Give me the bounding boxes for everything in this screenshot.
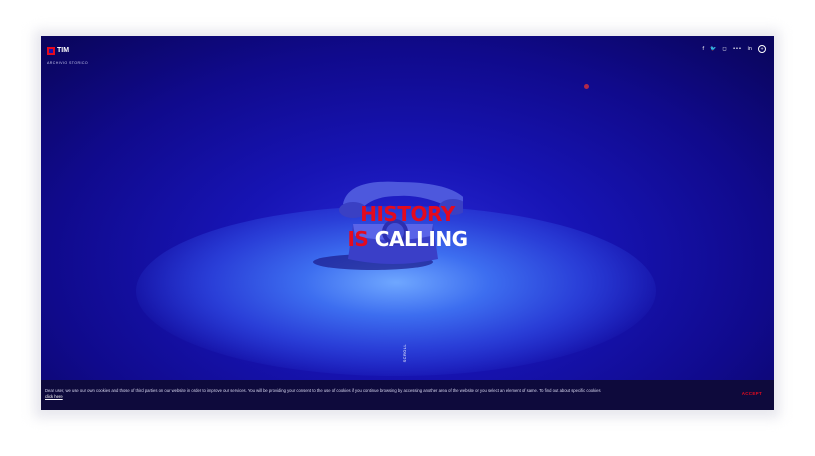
cookie-message: Dear user, we use our own cookies and th…	[45, 388, 685, 399]
headline-calling: CALLING	[374, 227, 468, 251]
more-icon[interactable]: +	[758, 45, 766, 53]
cookie-banner: Dear user, we use our own cookies and th…	[41, 380, 774, 410]
headline-history: HISTORY	[360, 202, 455, 226]
instagram-icon[interactable]: ◻	[722, 46, 726, 52]
social-links: f 🐦 ◻ ••• in +	[702, 45, 766, 53]
hero-headline: HISTORY IS CALLING	[41, 202, 774, 252]
accept-button[interactable]: ACCEPT	[742, 391, 762, 396]
linkedin-icon[interactable]: in	[747, 46, 752, 52]
tim-logo-icon	[47, 46, 55, 55]
brand-subtitle: ARCHIVIO STORICO	[47, 61, 89, 65]
flickr-icon[interactable]: •••	[733, 46, 742, 52]
site-logo[interactable]: TIM ARCHIVIO STORICO	[47, 42, 88, 65]
browser-viewport: TIM ARCHIVIO STORICO f 🐦 ◻ ••• in + HIST…	[41, 36, 774, 410]
scroll-indicator[interactable]: SCROLL	[402, 344, 407, 362]
brand-name: TIM	[57, 47, 70, 55]
facebook-icon[interactable]: f	[702, 46, 704, 52]
headline-is: IS	[347, 227, 369, 251]
floating-dot	[584, 84, 589, 89]
cookie-link[interactable]: click here	[45, 394, 685, 400]
cookie-text: Dear user, we use our own cookies and th…	[45, 388, 601, 393]
twitter-icon[interactable]: 🐦	[710, 46, 716, 52]
